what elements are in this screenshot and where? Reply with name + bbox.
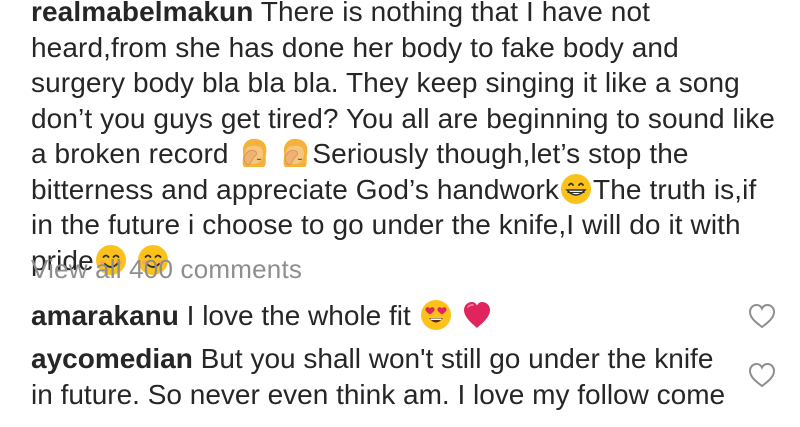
heart-eyes-face-icon [420,299,452,331]
woman-facepalming-icon [238,137,270,169]
grinning-face-icon [560,173,592,205]
comment-username[interactable]: aycomedian [31,343,193,374]
red-heart-icon [461,299,493,331]
comment-text: I love the whole fit [178,300,419,331]
like-comment-heart-icon[interactable] [748,362,776,388]
woman-facepalming-icon [279,137,311,169]
comment-item: aycomedian But you shall won't still go … [31,341,731,412]
like-comment-heart-icon[interactable] [748,303,776,329]
comment-username[interactable]: amarakanu [31,300,179,331]
comment-item: amarakanu I love the whole fit [31,298,731,334]
view-all-comments-link[interactable]: View all 400 comments [31,254,302,285]
post-author-username[interactable]: realmabelmakun [31,0,253,27]
post-caption: realmabelmakun There is nothing that I h… [31,0,776,278]
